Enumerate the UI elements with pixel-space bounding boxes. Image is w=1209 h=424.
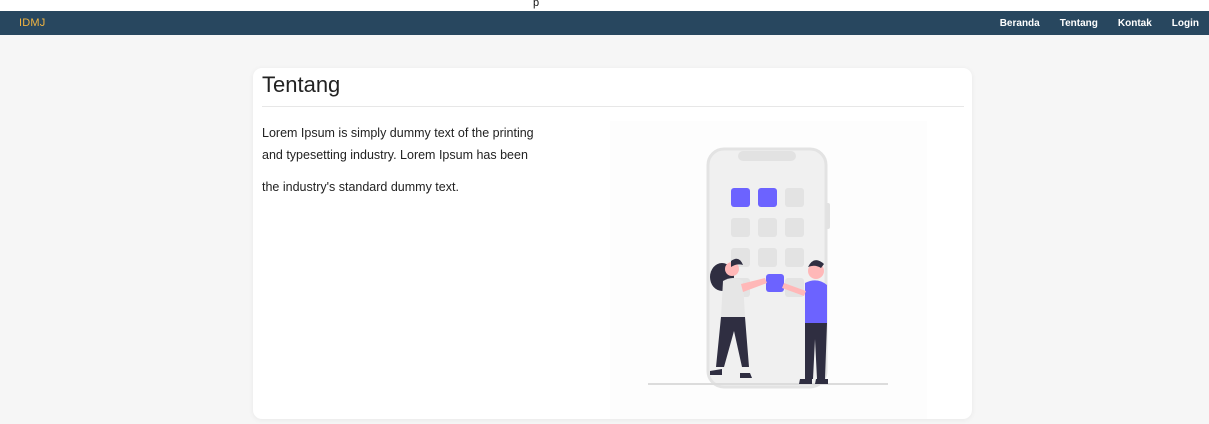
app-tile-icon xyxy=(731,188,750,207)
nav-links: Beranda Tentang Kontak Login xyxy=(980,18,1199,29)
people-app-collaboration-illustration xyxy=(610,121,927,419)
about-card: Tentang Lorem Ipsum is simply dummy text… xyxy=(253,68,972,419)
nav-link-tentang[interactable]: Tentang xyxy=(1060,18,1098,29)
shared-tile-icon xyxy=(766,274,784,292)
title-divider xyxy=(262,106,964,107)
title-tooltip: p xyxy=(533,0,540,9)
app-tile-icon xyxy=(758,188,777,207)
app-tile-icon xyxy=(758,218,777,237)
app-tile-icon xyxy=(758,248,777,267)
about-text: Lorem Ipsum is simply dummy text of the … xyxy=(262,122,582,198)
nav-link-login[interactable]: Login xyxy=(1172,18,1199,29)
phone-button xyxy=(826,203,830,229)
app-tile-icon xyxy=(731,218,750,237)
top-navbar: IDMJ Beranda Tentang Kontak Login xyxy=(0,11,1209,35)
brand-logo[interactable]: IDMJ xyxy=(19,17,45,29)
about-text-line: Lorem Ipsum is simply dummy text of the … xyxy=(262,126,534,140)
about-text-line: the industry's standard dummy text. xyxy=(262,180,459,194)
nav-link-kontak[interactable]: Kontak xyxy=(1118,18,1152,29)
app-tile-icon xyxy=(785,218,804,237)
phone-notch xyxy=(738,151,796,161)
page-title: Tentang xyxy=(262,72,341,97)
app-tile-icon xyxy=(785,248,804,267)
illustration-svg xyxy=(648,147,888,389)
about-text-line: and typesetting industry. Lorem Ipsum ha… xyxy=(262,148,528,162)
nav-link-beranda[interactable]: Beranda xyxy=(1000,18,1040,29)
app-tile-icon xyxy=(785,188,804,207)
window-titlebar: p xyxy=(0,0,1209,11)
